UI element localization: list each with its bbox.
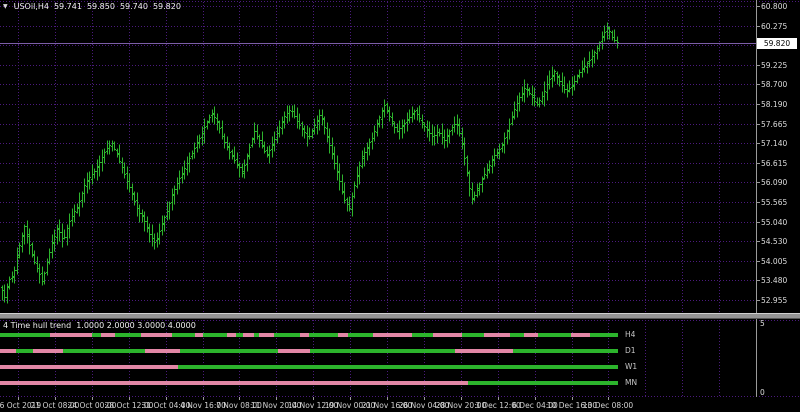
trend-down-segment bbox=[259, 333, 274, 337]
trend-up-segment bbox=[348, 333, 373, 337]
trend-down-segment bbox=[524, 333, 538, 337]
symbol-period-label: USOil,H4 bbox=[13, 2, 49, 11]
price-axis-label: 60.275 bbox=[761, 22, 788, 31]
trend-down-segment bbox=[571, 333, 590, 337]
trend-down-segment bbox=[33, 349, 63, 353]
trend-down-segment bbox=[50, 333, 92, 337]
trend-up-segment bbox=[468, 381, 618, 385]
trend-up-segment bbox=[412, 333, 433, 337]
trend-up-segment bbox=[115, 333, 141, 337]
trend-down-segment bbox=[433, 333, 462, 337]
ohlc-info: ▼ USOil,H4 59.741 59.850 59.740 59.820 bbox=[3, 2, 181, 11]
price-axis-label: 59.225 bbox=[761, 61, 788, 70]
trend-up-segment bbox=[203, 333, 227, 337]
trend-row-mn bbox=[0, 381, 618, 385]
trend-up-segment bbox=[590, 333, 618, 337]
trend-down-segment bbox=[300, 333, 309, 337]
trend-up-segment bbox=[236, 333, 243, 337]
price-axis-label: 60.800 bbox=[761, 2, 788, 11]
low-value: 59.740 bbox=[119, 2, 148, 11]
trend-down-segment bbox=[227, 333, 236, 337]
trend-up-segment bbox=[172, 333, 195, 337]
mt4-chart-window: ▼ USOil,H4 59.741 59.850 59.740 59.820 6… bbox=[0, 0, 800, 412]
trend-up-segment bbox=[538, 333, 571, 337]
trend-down-segment bbox=[484, 333, 510, 337]
price-axis-label: 54.530 bbox=[761, 237, 788, 246]
trend-down-segment bbox=[0, 365, 178, 369]
price-axis-label: 55.565 bbox=[761, 198, 788, 207]
trend-down-segment bbox=[195, 333, 203, 337]
price-axis-label: 55.040 bbox=[761, 218, 788, 227]
indicator-scale-max: 5 bbox=[760, 319, 765, 328]
trend-up-segment bbox=[309, 333, 338, 337]
trend-down-segment bbox=[373, 333, 412, 337]
trend-row-label-w1: W1 bbox=[625, 362, 638, 371]
indicator-name: 4 Time hull trend bbox=[3, 321, 72, 330]
trend-down-segment bbox=[338, 333, 348, 337]
time-axis-label: 13 Dec 08:00 bbox=[582, 401, 634, 410]
price-axis-label: 58.700 bbox=[761, 80, 788, 89]
indicator-params: 1.0000 2.0000 3.0000 4.0000 bbox=[76, 321, 196, 330]
high-value: 59.850 bbox=[86, 2, 115, 11]
trend-up-segment bbox=[510, 333, 524, 337]
current-price-tag: 59.820 bbox=[757, 37, 797, 49]
trend-up-segment bbox=[63, 349, 145, 353]
trend-up-segment bbox=[180, 349, 278, 353]
price-axis-label: 54.005 bbox=[761, 257, 788, 266]
trend-row-label-mn: MN bbox=[625, 378, 638, 387]
trend-up-segment bbox=[310, 349, 455, 353]
trend-down-segment bbox=[278, 349, 310, 353]
trend-up-segment bbox=[513, 349, 618, 353]
trend-up-segment bbox=[274, 333, 300, 337]
trend-up-segment bbox=[92, 333, 101, 337]
open-value: 59.741 bbox=[53, 2, 82, 11]
trend-row-label-d1: D1 bbox=[625, 346, 636, 355]
trend-row-d1 bbox=[0, 349, 618, 353]
price-axis-label: 53.480 bbox=[761, 276, 788, 285]
trend-down-segment bbox=[101, 333, 115, 337]
trend-row-label-h4: H4 bbox=[625, 330, 636, 339]
trend-down-segment bbox=[145, 349, 180, 353]
indicator-scale-min: 0 bbox=[760, 388, 765, 397]
trend-up-segment bbox=[178, 365, 618, 369]
panel-resize-handle[interactable] bbox=[0, 313, 800, 319]
trend-up-segment bbox=[462, 333, 484, 337]
trend-up-segment bbox=[0, 333, 50, 337]
indicator-header: 4 Time hull trend 1.0000 2.0000 3.0000 4… bbox=[3, 321, 196, 330]
price-axis-label: 52.955 bbox=[761, 296, 788, 305]
price-axis-label: 57.140 bbox=[761, 139, 788, 148]
chart-marker-icon: ▼ bbox=[3, 3, 8, 10]
trend-down-segment bbox=[0, 349, 16, 353]
trend-down-segment bbox=[243, 333, 254, 337]
price-axis-label: 57.665 bbox=[761, 120, 788, 129]
trend-down-segment bbox=[141, 333, 172, 337]
close-value: 59.820 bbox=[152, 2, 181, 11]
price-axis-label: 58.190 bbox=[761, 100, 788, 109]
trend-row-h4 bbox=[0, 333, 618, 337]
trend-down-segment bbox=[0, 381, 468, 385]
trend-down-segment bbox=[455, 349, 513, 353]
price-axis-label: 56.090 bbox=[761, 178, 788, 187]
trend-row-w1 bbox=[0, 365, 618, 369]
price-axis-label: 56.615 bbox=[761, 159, 788, 168]
trend-up-segment bbox=[16, 349, 33, 353]
